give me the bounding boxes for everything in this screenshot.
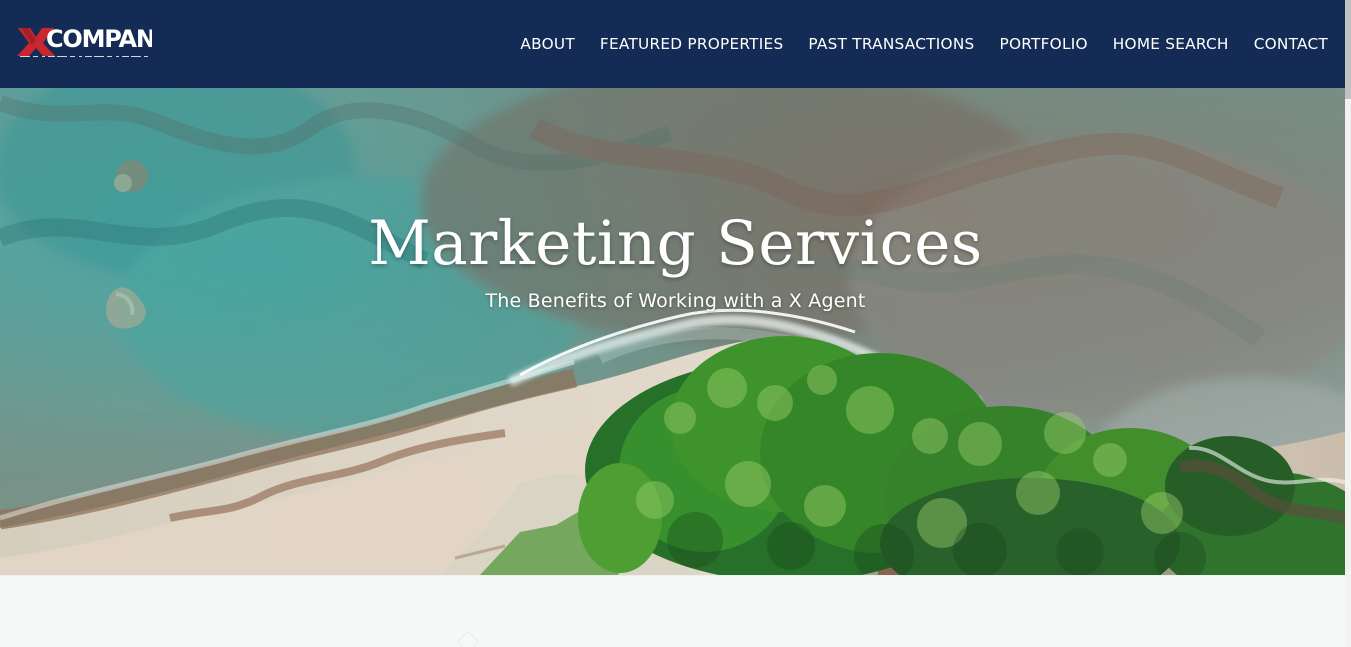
hero-banner: Marketing Services The Benefits of Worki…: [0, 88, 1351, 575]
company-logo[interactable]: COMPANY: [16, 25, 152, 59]
vertical-scrollbar[interactable]: [1345, 0, 1351, 647]
nav-about[interactable]: ABOUT: [520, 34, 575, 54]
nav-past-transactions[interactable]: PAST TRANSACTIONS: [808, 34, 974, 54]
nav-home-search[interactable]: HOME SEARCH: [1113, 34, 1229, 54]
nav-featured-properties[interactable]: FEATURED PROPERTIES: [600, 34, 784, 54]
nav-contact[interactable]: CONTACT: [1254, 34, 1328, 54]
hero-title: Marketing Services: [368, 208, 983, 279]
scrollbar-thumb[interactable]: [1345, 0, 1351, 99]
company-logo-mark: COMPANY: [17, 25, 152, 57]
logo-text: COMPANY: [46, 25, 152, 53]
site-header: COMPANY ABOUT FEATURED PROPERTIES PAST T…: [0, 0, 1351, 88]
nav-portfolio[interactable]: PORTFOLIO: [999, 34, 1087, 54]
hero-subtitle: The Benefits of Working with a X Agent: [485, 290, 866, 312]
marketing-services-page: COMPANY ABOUT FEATURED PROPERTIES PAST T…: [0, 0, 1351, 647]
content-section: [0, 575, 1351, 647]
coastline-aerial-image: [0, 88, 1351, 575]
main-navigation: ABOUT FEATURED PROPERTIES PAST TRANSACTI…: [520, 33, 1328, 55]
